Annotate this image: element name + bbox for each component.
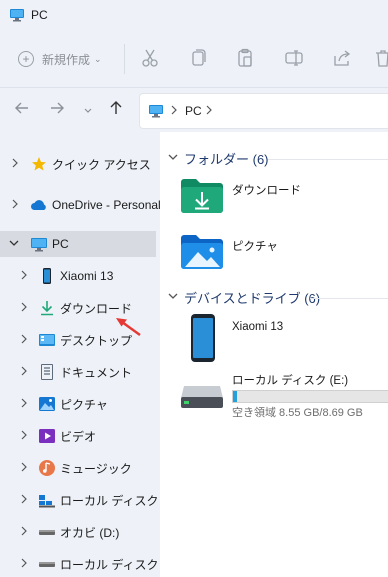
chevron-down-icon[interactable]: [9, 238, 19, 250]
sidebar-item-pc[interactable]: PC: [0, 231, 156, 257]
sidebar-item-music[interactable]: ミュージック: [0, 455, 156, 481]
sidebar-item-label: ビデオ: [60, 429, 97, 444]
document-icon: [38, 363, 56, 381]
devices-group-header[interactable]: デバイスとドライブ (6): [168, 287, 320, 307]
back-arrow-icon[interactable]: [14, 100, 30, 121]
content-pane: フォルダー (6) ダウンロード ピクチャ デバイスとドライブ (6) Xiao…: [160, 132, 388, 577]
rename-icon[interactable]: [283, 47, 305, 69]
group-divider: [310, 298, 388, 299]
drive-usage-bar: [232, 390, 388, 403]
chevron-right-icon[interactable]: [11, 199, 19, 212]
sidebar-item-label: ドキュメント: [60, 365, 133, 380]
sidebar-item-drive-c[interactable]: ローカル ディスク (C:): [0, 487, 182, 513]
paste-icon[interactable]: [234, 47, 256, 69]
window-title: PC: [31, 8, 48, 22]
delete-icon[interactable]: [372, 47, 388, 69]
breadcrumb-chevron-icon[interactable]: [170, 104, 178, 118]
folder-label[interactable]: ピクチャ: [232, 238, 278, 254]
drive-icon: [38, 555, 56, 573]
star-icon: [30, 155, 48, 173]
command-bar: + 新規作成 ⌄: [0, 30, 388, 88]
drive-icon[interactable]: [180, 382, 224, 413]
navigation-pane: クイック アクセス OneDrive - Personal PC Xiaomi …: [0, 132, 182, 577]
sidebar-item-documents[interactable]: ドキュメント: [0, 359, 156, 385]
title-bar: PC: [0, 0, 388, 30]
cut-icon[interactable]: [139, 47, 161, 69]
folder-label[interactable]: ダウンロード: [232, 182, 301, 198]
sidebar-item-drive-e[interactable]: ローカル ディスク (E:): [0, 551, 181, 577]
sidebar-item-label: PC: [52, 237, 69, 251]
chevron-right-icon[interactable]: [20, 398, 28, 411]
drive-free-space: 空き領域 8.55 GB/8.69 GB: [232, 407, 363, 419]
chevron-right-icon[interactable]: [20, 526, 28, 539]
plus-icon: +: [18, 51, 34, 67]
sidebar-item-label: Xiaomi 13: [60, 269, 114, 283]
chevron-down-icon[interactable]: [168, 292, 178, 303]
sidebar-item-label: クイック アクセス: [52, 157, 151, 172]
drive-icon: [38, 523, 56, 541]
sidebar-item-label: オカビ (D:): [60, 525, 120, 540]
sidebar-item-drive-d[interactable]: オカビ (D:): [0, 519, 156, 545]
picture-icon: [38, 395, 56, 413]
chevron-right-icon[interactable]: [20, 270, 28, 283]
chevron-right-icon[interactable]: [20, 302, 28, 315]
drive-c-icon: [38, 491, 56, 509]
chevron-right-icon[interactable]: [20, 334, 28, 347]
desktop-icon: [38, 331, 56, 349]
copy-icon[interactable]: [187, 47, 209, 69]
video-icon: [38, 427, 56, 445]
toolbar-divider: [124, 44, 125, 74]
sidebar-item-quick-access[interactable]: クイック アクセス: [0, 151, 156, 177]
folders-group-header[interactable]: フォルダー (6): [168, 148, 269, 168]
breadcrumb-pc[interactable]: PC: [185, 104, 202, 118]
chevron-right-icon[interactable]: [11, 158, 19, 171]
navigation-bar: PC: [0, 88, 388, 132]
sidebar-item-pictures[interactable]: ピクチャ: [0, 391, 156, 417]
up-arrow-icon[interactable]: [108, 100, 124, 121]
folders-group-title: フォルダー (6): [184, 151, 269, 167]
address-bar[interactable]: PC: [139, 93, 388, 129]
computer-icon: [30, 235, 48, 253]
chevron-right-icon[interactable]: [20, 494, 28, 507]
sidebar-item-label: ミュージック: [60, 461, 132, 476]
share-icon[interactable]: [331, 47, 353, 69]
music-icon: [38, 459, 56, 477]
recent-locations-chevron-icon[interactable]: [83, 102, 93, 120]
chevron-right-icon[interactable]: [20, 430, 28, 443]
phone-icon: [38, 267, 56, 285]
chevron-down-icon[interactable]: [168, 153, 178, 164]
annotation-arrow-icon: [116, 318, 141, 337]
picture-folder-icon[interactable]: [180, 234, 224, 273]
chevron-right-icon[interactable]: [20, 462, 28, 475]
sidebar-item-videos[interactable]: ビデオ: [0, 423, 156, 449]
forward-arrow-icon[interactable]: [49, 100, 65, 121]
new-button-label: 新規作成: [42, 52, 91, 67]
cloud-icon: [30, 196, 48, 214]
sidebar-item-label: OneDrive - Personal: [52, 198, 161, 212]
device-label[interactable]: Xiaomi 13: [232, 321, 283, 333]
computer-icon: [9, 8, 25, 25]
sidebar-item-xiaomi-13[interactable]: Xiaomi 13: [0, 263, 156, 289]
sidebar-item-label: ピクチャ: [60, 397, 108, 412]
chevron-down-icon: ⌄: [94, 53, 102, 64]
devices-group-title: デバイスとドライブ (6): [184, 290, 321, 306]
group-divider: [268, 159, 388, 160]
chevron-right-icon[interactable]: [20, 558, 28, 571]
drive-usage-fill: [233, 391, 237, 402]
device-label[interactable]: ローカル ディスク (E:): [232, 372, 348, 388]
download-folder-icon[interactable]: [180, 178, 224, 217]
computer-icon: [148, 104, 164, 121]
sidebar-item-onedrive[interactable]: OneDrive - Personal: [0, 192, 161, 218]
new-button[interactable]: + 新規作成 ⌄: [18, 48, 102, 70]
chevron-right-icon[interactable]: [20, 366, 28, 379]
phone-icon[interactable]: [190, 313, 216, 366]
breadcrumb-chevron-icon[interactable]: [205, 104, 213, 118]
download-icon: [38, 299, 56, 317]
